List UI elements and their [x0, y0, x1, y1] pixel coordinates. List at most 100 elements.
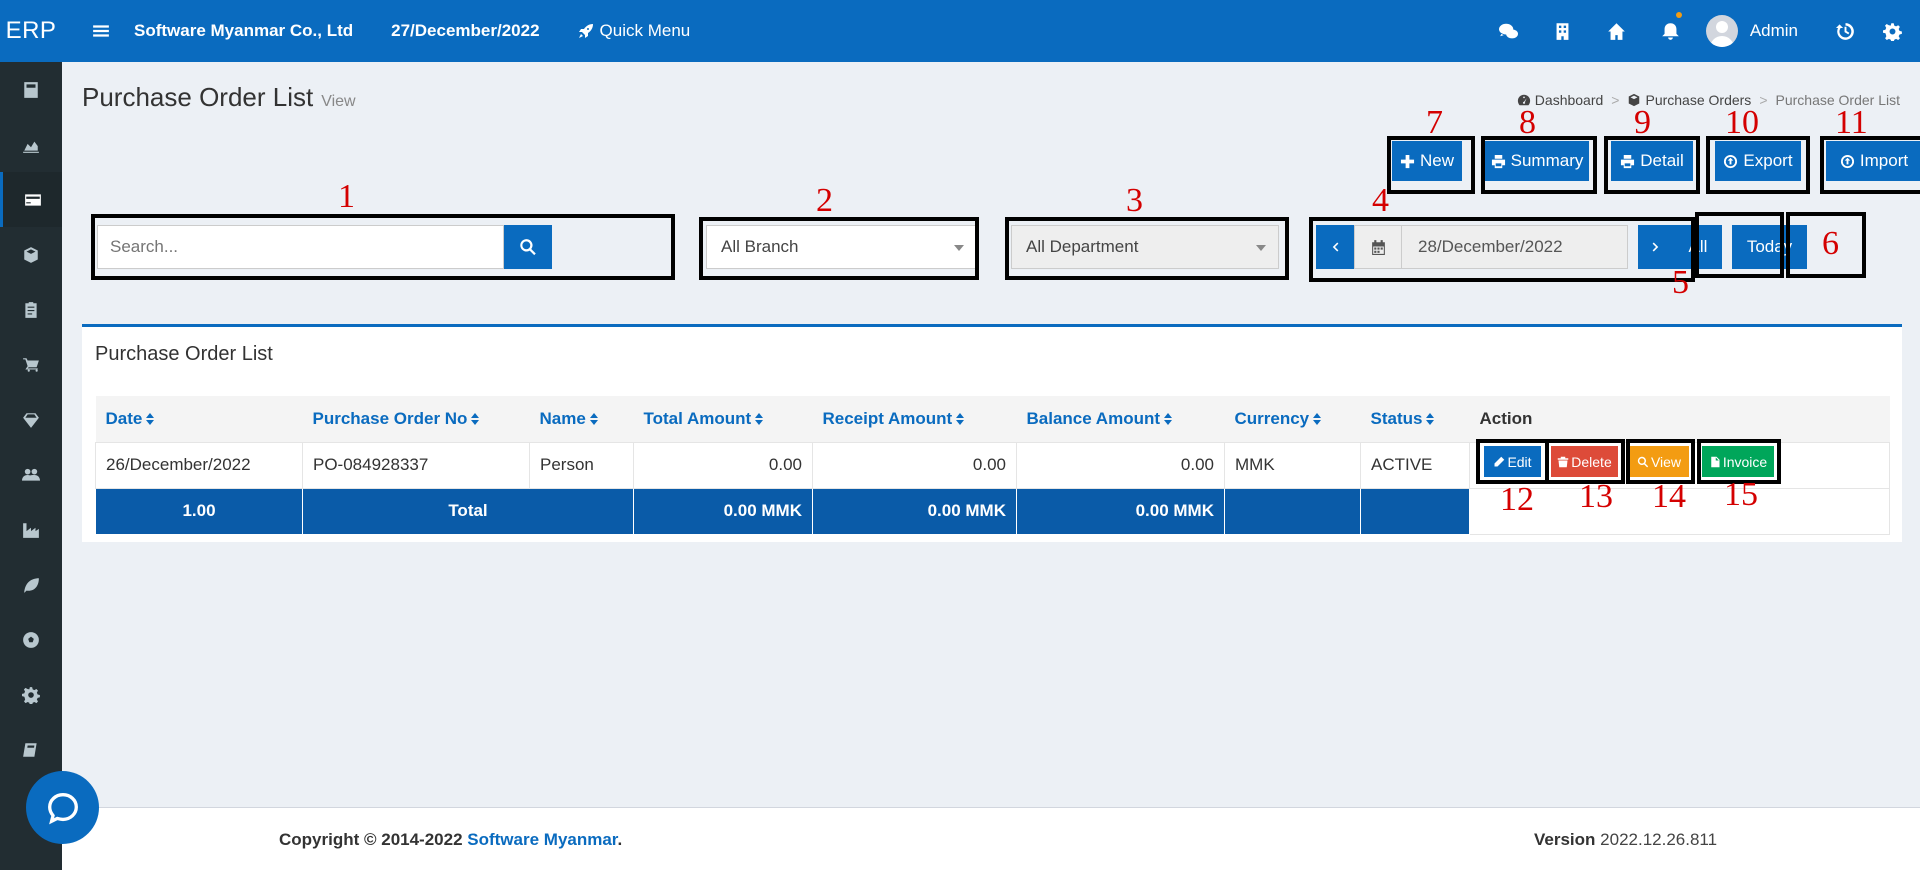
quick-menu-label: Quick Menu	[599, 21, 691, 40]
annotation-number: 5	[1672, 264, 1689, 301]
annotation-number: 14	[1652, 478, 1686, 515]
page-title: Purchase Order List View	[82, 82, 356, 113]
wechat-icon[interactable]	[1482, 0, 1536, 62]
breadcrumb-separator: >	[1611, 92, 1620, 108]
annotation-box-3	[1005, 217, 1289, 280]
purchase-order-box: Purchase Order List Date Purchase Order …	[82, 324, 1902, 542]
col-label: Name	[539, 408, 586, 428]
annotation-box-4	[1309, 217, 1695, 282]
top-header: Software Myanmar Co., Ltd 27/December/20…	[62, 0, 1920, 62]
chart-area-icon[interactable]	[0, 117, 62, 172]
soccer-icon[interactable]	[0, 612, 62, 667]
avatar	[1705, 15, 1738, 47]
sort-icon	[589, 412, 598, 425]
cell-currency: MMK	[1224, 441, 1361, 489]
col-currency[interactable]: Currency	[1224, 396, 1361, 443]
sort-icon	[1164, 412, 1173, 425]
user-menu[interactable]: Admin	[1705, 15, 1798, 47]
copyright: Copyright © 2014-2022 Software Myanmar.	[279, 830, 622, 850]
credit-card-icon[interactable]	[0, 172, 62, 227]
annotation-box-11	[1820, 136, 1920, 194]
table-header-row: Date Purchase Order No Name Total Amount…	[95, 396, 1890, 443]
col-label: Total Amount	[643, 408, 752, 428]
annotation-number: 7	[1426, 104, 1443, 141]
col-date[interactable]: Date	[95, 396, 303, 443]
annotation-number: 10	[1725, 104, 1759, 141]
rocket-icon	[578, 24, 593, 38]
col-receipt-amount[interactable]: Receipt Amount	[812, 396, 1017, 443]
version: Version 2022.12.26.811	[1534, 830, 1717, 850]
total-amount: 0.00 MMK	[633, 487, 813, 535]
menu-toggle-icon[interactable]	[76, 22, 126, 40]
col-balance-amount[interactable]: Balance Amount	[1016, 396, 1225, 443]
col-label: Date	[105, 408, 143, 428]
history-icon[interactable]	[1818, 0, 1872, 62]
quick-menu-link[interactable]: Quick Menu	[578, 21, 691, 41]
col-label: Currency	[1234, 408, 1310, 428]
col-label: Purchase Order No	[312, 408, 468, 428]
col-name[interactable]: Name	[529, 396, 634, 443]
cube-icon[interactable]	[0, 227, 62, 282]
annotation-box-9	[1604, 136, 1700, 194]
home-icon[interactable]	[1590, 0, 1644, 62]
app-logo[interactable]: ERP	[0, 0, 62, 62]
company-name[interactable]: Software Myanmar Co., Ltd	[134, 21, 353, 41]
diamond-icon[interactable]	[0, 392, 62, 447]
col-label: Balance Amount	[1026, 408, 1161, 428]
version-label: Version	[1534, 830, 1596, 849]
total-currency-blank	[1224, 487, 1361, 535]
col-po-no[interactable]: Purchase Order No	[302, 396, 530, 443]
sort-icon	[755, 412, 764, 425]
page-title-text: Purchase Order List	[82, 82, 314, 112]
settings-gear-icon[interactable]	[1872, 0, 1912, 62]
chat-widget-icon[interactable]	[26, 771, 99, 844]
col-action: Action	[1469, 396, 1890, 443]
cell-total-amount: 0.00	[633, 441, 813, 489]
annotation-box-12	[1476, 439, 1549, 484]
cell-name: Person	[529, 441, 634, 489]
footer: Copyright © 2014-2022 Software Myanmar. …	[62, 807, 1920, 870]
book-icon[interactable]	[0, 722, 62, 777]
annotation-number: 8	[1519, 104, 1536, 141]
content-area: Purchase Order List View Dashboard > Purc…	[62, 62, 1920, 808]
cell-status: ACTIVE	[1360, 441, 1470, 489]
col-status[interactable]: Status	[1360, 396, 1470, 443]
annotation-box-10	[1706, 136, 1810, 194]
col-label: Status	[1370, 408, 1423, 428]
building-icon[interactable]	[1536, 0, 1590, 62]
company-link[interactable]: Software Myanmar	[467, 830, 617, 849]
cell-po-no: PO-084928337	[302, 441, 530, 489]
leaf-icon[interactable]	[0, 557, 62, 612]
clipboard-icon[interactable]	[0, 282, 62, 337]
annotation-number: 12	[1500, 481, 1534, 518]
sort-icon	[1426, 412, 1435, 425]
calculator-icon[interactable]	[0, 62, 62, 117]
annotation-number: 1	[338, 178, 355, 215]
breadcrumb-home-label: Dashboard	[1534, 92, 1604, 108]
col-total-amount[interactable]: Total Amount	[633, 396, 813, 443]
total-count: 1.00	[95, 487, 303, 535]
notification-dot	[1675, 12, 1682, 18]
breadcrumb-separator: >	[1759, 92, 1768, 108]
industry-icon[interactable]	[0, 502, 62, 557]
sidebar: ERP	[0, 0, 62, 870]
annotation-number: 3	[1126, 182, 1143, 219]
annotation-number: 11	[1835, 104, 1868, 141]
table-total-row: 1.00 Total 0.00 MMK 0.00 MMK 0.00 MMK	[95, 487, 1890, 535]
user-name: Admin	[1749, 21, 1798, 40]
annotation-number: 2	[816, 182, 833, 219]
users-icon[interactable]	[0, 447, 62, 502]
bell-icon[interactable]	[1644, 0, 1698, 62]
cart-icon[interactable]	[0, 337, 62, 392]
annotation-number: 6	[1822, 225, 1839, 262]
sort-icon	[1313, 412, 1322, 425]
annotation-box-2	[699, 217, 979, 280]
sort-icon	[146, 412, 155, 425]
annotation-box-1	[91, 214, 675, 280]
annotation-number: 15	[1724, 476, 1758, 513]
col-label: Receipt Amount	[822, 408, 953, 428]
version-number: 2022.12.26.811	[1600, 830, 1718, 849]
gear-icon[interactable]	[0, 667, 62, 722]
cell-receipt-amount: 0.00	[812, 441, 1017, 489]
copyright-period: .	[617, 830, 623, 849]
